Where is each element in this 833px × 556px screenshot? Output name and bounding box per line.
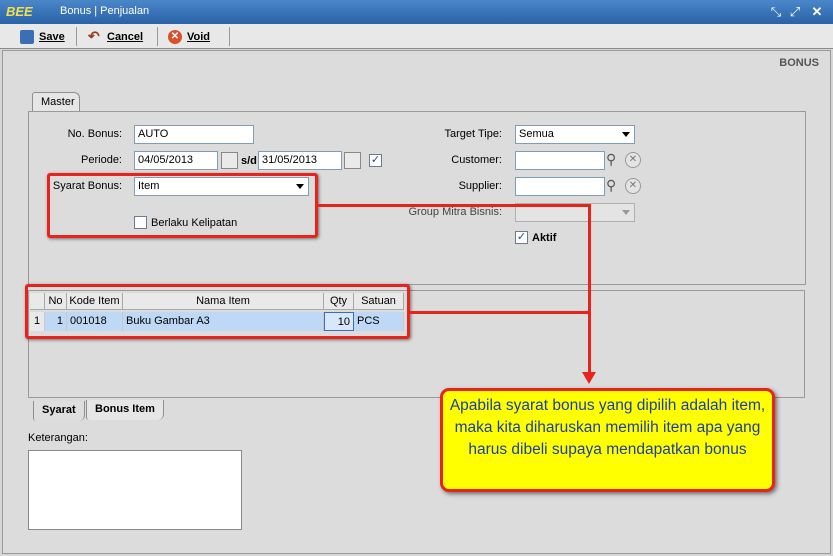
keterangan-textarea[interactable] xyxy=(28,450,242,530)
cancel-label: Cancel xyxy=(107,30,144,43)
clear-icon[interactable]: ✕ xyxy=(625,152,641,168)
calendar-icon[interactable] xyxy=(344,152,361,169)
syarat-bonus-highlight xyxy=(47,173,318,238)
clear-icon[interactable]: ✕ xyxy=(625,178,641,194)
tab-bonus-item[interactable]: Bonus Item xyxy=(86,400,164,420)
no-bonus-label: No. Bonus: xyxy=(67,128,122,140)
group-mitra-label: Group Mitra Bisnis: xyxy=(408,206,502,218)
save-icon xyxy=(20,29,34,44)
annotation-line xyxy=(318,204,590,207)
tab-syarat[interactable]: Syarat xyxy=(33,401,85,421)
supplier-input[interactable] xyxy=(515,177,605,196)
cancel-button[interactable]: ↶ Cancel xyxy=(88,27,143,46)
search-icon[interactable]: ⚲ xyxy=(606,177,616,194)
target-tipe-label: Target Tipe: xyxy=(444,128,502,140)
tab-master[interactable]: Master xyxy=(32,92,80,112)
periode-to-input[interactable]: 31/05/2013 xyxy=(258,151,342,170)
maximize-icon[interactable]: ⤢ xyxy=(787,4,803,20)
aktif-checkbox[interactable]: ✓ xyxy=(515,231,528,244)
search-icon[interactable]: ⚲ xyxy=(606,151,616,168)
undo-icon: ↶ xyxy=(88,27,100,44)
title-bar: BEE Bonus | Penjualan ⤡ ⤢ ✕ xyxy=(0,0,833,24)
restore-icon[interactable]: ⤡ xyxy=(768,4,784,20)
annotation-line xyxy=(410,311,590,314)
periode-separator: s/d xyxy=(241,155,257,167)
void-icon: ✕ xyxy=(168,29,182,44)
grid-highlight xyxy=(25,284,410,339)
toolbar: Save ↶ Cancel ✕ Void xyxy=(0,24,833,49)
app-logo: BEE xyxy=(6,4,33,19)
calendar-icon[interactable] xyxy=(221,152,238,169)
toolbar-separator xyxy=(76,27,77,46)
customer-label: Customer: xyxy=(451,154,502,166)
window-title: Bonus | Penjualan xyxy=(60,5,150,17)
chevron-down-icon xyxy=(622,210,630,215)
target-tipe-select[interactable]: Semua xyxy=(515,125,635,144)
close-icon[interactable]: ✕ xyxy=(809,4,825,20)
periode-label: Periode: xyxy=(81,154,122,166)
void-button[interactable]: ✕ Void xyxy=(168,27,210,46)
periode-checkbox[interactable]: ✓ xyxy=(369,154,382,167)
periode-from-input[interactable]: 04/05/2013 xyxy=(134,151,218,170)
customer-input[interactable] xyxy=(515,151,605,170)
arrow-down-icon xyxy=(582,372,596,384)
toolbar-separator xyxy=(157,27,158,46)
annotation-callout: Apabila syarat bonus yang dipilih adalah… xyxy=(440,388,775,492)
keterangan-label: Keterangan: xyxy=(28,432,88,444)
annotation-line xyxy=(588,204,591,374)
aktif-label: Aktif xyxy=(532,232,557,244)
chevron-down-icon xyxy=(622,132,630,137)
save-button[interactable]: Save xyxy=(20,27,65,46)
toolbar-separator xyxy=(229,27,230,46)
target-tipe-value: Semua xyxy=(519,128,554,140)
no-bonus-input[interactable]: AUTO xyxy=(134,125,254,144)
void-label: Void xyxy=(187,30,211,43)
supplier-label: Supplier: xyxy=(458,180,502,192)
save-label: Save xyxy=(39,30,65,43)
page-title: BONUS xyxy=(779,57,819,69)
